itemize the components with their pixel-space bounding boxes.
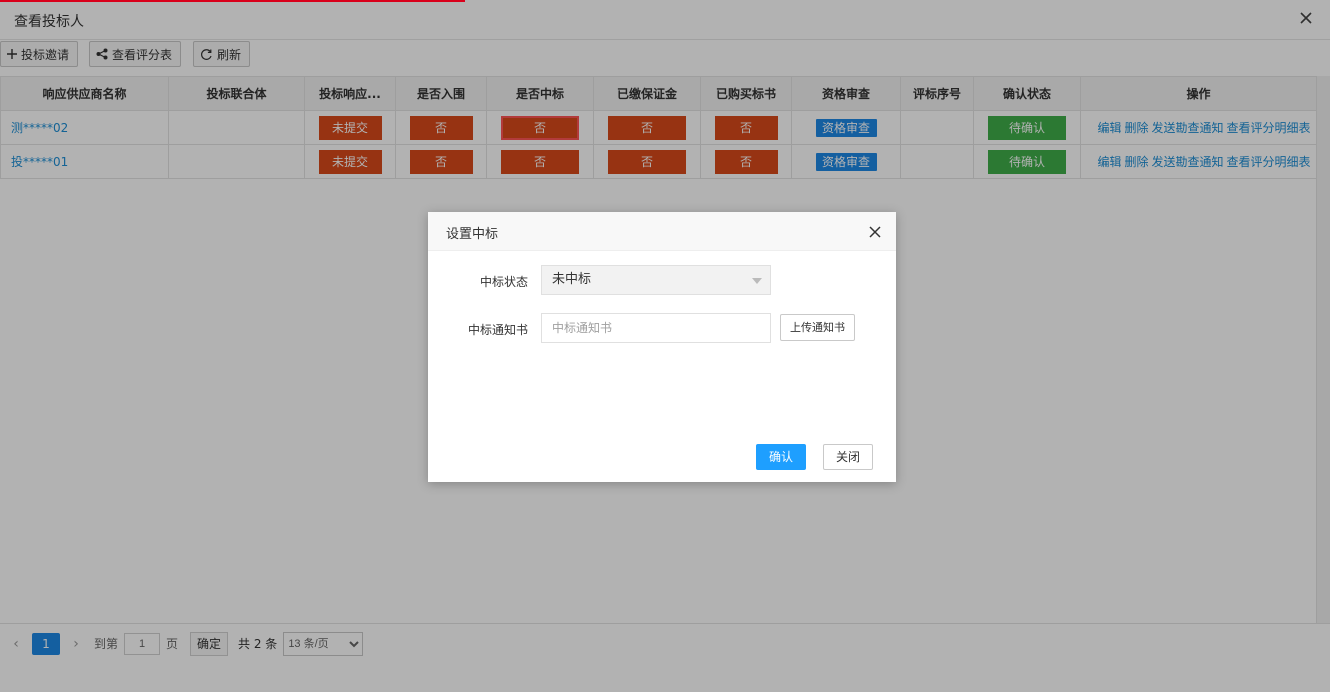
close-icon[interactable]: [868, 225, 882, 239]
dialog-header: 设置中标: [428, 212, 896, 251]
status-row: 中标状态 未中标: [428, 265, 896, 295]
notice-input[interactable]: [541, 313, 771, 343]
dialog-title: 设置中标: [446, 227, 499, 242]
loading-progress-line: [0, 0, 465, 2]
notice-row: 中标通知书 上传通知书: [428, 313, 896, 343]
confirm-button[interactable]: 确认: [756, 444, 807, 470]
close-button[interactable]: 关闭: [823, 444, 874, 470]
notice-label: 中标通知书: [467, 323, 528, 337]
winning-status-select[interactable]: 未中标: [541, 265, 771, 295]
status-label: 中标状态: [479, 275, 528, 289]
chevron-down-icon: [752, 278, 762, 284]
set-winning-dialog: 设置中标 中标状态 未中标 中标通知书 上传通知书 确认 关闭: [428, 212, 896, 482]
winning-status-value: 未中标: [552, 272, 592, 287]
upload-notice-button[interactable]: 上传通知书: [780, 314, 855, 341]
